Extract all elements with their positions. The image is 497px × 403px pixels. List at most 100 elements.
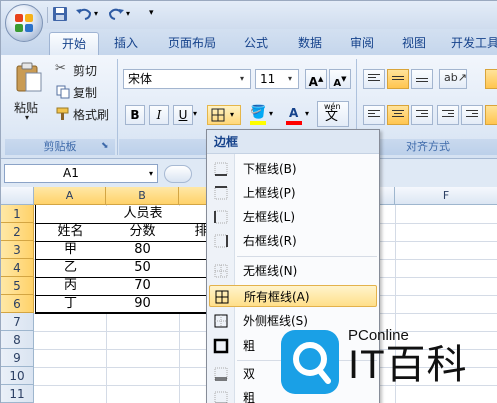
double-bottom-border-label: 双	[243, 367, 256, 381]
name-cell[interactable]: 甲	[35, 241, 106, 259]
score-cell[interactable]: 70	[106, 277, 179, 295]
paste-icon	[16, 62, 42, 92]
row-header-6[interactable]: 6	[1, 295, 34, 313]
row-header-1[interactable]: 1	[1, 205, 34, 223]
orientation-button[interactable]: ab↗	[439, 69, 467, 89]
font-color-button[interactable]: A	[283, 105, 305, 125]
save-icon[interactable]	[52, 6, 68, 24]
name-cell[interactable]: 乙	[35, 259, 106, 277]
font-size-combo[interactable]: 11 ▾	[255, 69, 299, 89]
grow-font-button[interactable]: A▲	[305, 69, 327, 89]
tab-view[interactable]: 视图	[393, 32, 435, 55]
quick-access-separator	[47, 7, 48, 23]
name-box-dropdown-icon[interactable]: ▾	[149, 165, 153, 182]
increase-indent-icon	[466, 110, 478, 121]
copy-icon	[56, 85, 70, 99]
score-cell[interactable]: 90	[106, 295, 179, 313]
phonetic-guide-button[interactable]: wén 文	[317, 101, 349, 127]
paste-dropdown-icon: ▾	[25, 113, 30, 122]
left-border-item[interactable]: 左框线(L)	[209, 206, 377, 228]
bottom-border-item[interactable]: 下框线(B)	[209, 158, 377, 180]
wrap-text-button[interactable]	[485, 69, 497, 89]
row-header-3[interactable]: 3	[1, 241, 34, 259]
decrease-indent-icon	[442, 110, 454, 121]
redo-dropdown-icon[interactable]: ▾	[126, 9, 130, 27]
all-borders-item[interactable]: 所有框线(A)	[209, 285, 377, 307]
bold-button[interactable]: B	[125, 105, 145, 125]
undo-icon[interactable]	[75, 6, 93, 24]
merge-center-button[interactable]	[485, 105, 497, 125]
name-cell[interactable]: 丙	[35, 277, 106, 295]
align-bottom-button[interactable]	[411, 69, 433, 89]
tab-developer[interactable]: 开发工具	[445, 32, 497, 55]
watermark-brand-small: PConline	[348, 327, 409, 344]
row-header-5[interactable]: 5	[1, 277, 34, 295]
underline-dropdown-icon[interactable]: ▾	[193, 109, 197, 118]
score-cell[interactable]: 80	[106, 241, 179, 259]
underline-button[interactable]: U	[173, 105, 193, 125]
align-top-button[interactable]	[363, 69, 385, 89]
italic-button[interactable]: I	[149, 105, 169, 125]
header-name-cell[interactable]: 姓名	[35, 223, 106, 241]
clipboard-dialog-launcher-icon[interactable]: ⬊	[101, 141, 109, 151]
row-header-2[interactable]: 2	[1, 223, 34, 241]
row-header-8[interactable]: 8	[1, 331, 34, 349]
row-header-4[interactable]: 4	[1, 259, 34, 277]
tab-review[interactable]: 审阅	[341, 32, 383, 55]
tab-insert[interactable]: 插入	[105, 32, 147, 55]
right-border-item[interactable]: 右框线(R)	[209, 230, 377, 252]
tab-data[interactable]: 数据	[289, 32, 331, 55]
score-cell[interactable]: 50	[106, 259, 179, 277]
right-border-label: 右框线(R)	[243, 234, 297, 248]
align-center-button[interactable]	[387, 105, 409, 125]
grow-font-icon: A	[308, 75, 318, 89]
outside-borders-icon	[214, 314, 228, 328]
ribbon-tabs: 开始 插入 页面布局 公式 数据 审阅 视图 开发工具	[1, 29, 497, 55]
column-header-f[interactable]: F	[395, 187, 497, 205]
header-score-cell[interactable]: 分数	[106, 223, 179, 241]
align-right-button[interactable]	[411, 105, 433, 125]
font-size-dropdown-icon[interactable]: ▾	[284, 70, 296, 88]
column-header-b[interactable]: B	[106, 187, 179, 205]
decrease-indent-button[interactable]	[437, 105, 459, 125]
office-button[interactable]	[5, 4, 43, 42]
select-all-corner[interactable]	[1, 187, 34, 205]
name-cell[interactable]: 丁	[35, 295, 106, 313]
redo-icon[interactable]	[107, 6, 125, 24]
copy-label: 复制	[73, 86, 98, 100]
undo-dropdown-icon[interactable]: ▾	[94, 9, 98, 27]
shrink-font-button[interactable]: A▼	[329, 69, 351, 89]
font-name-dropdown-icon[interactable]: ▾	[236, 70, 248, 88]
row-header-9[interactable]: 9	[1, 349, 34, 367]
align-middle-button[interactable]	[387, 69, 409, 89]
name-box[interactable]: A1 ▾	[4, 164, 158, 183]
font-color-dropdown-icon[interactable]: ▾	[305, 109, 309, 118]
office-logo-icon	[15, 14, 33, 32]
column-header-a[interactable]: A	[34, 187, 106, 205]
all-borders-icon	[215, 290, 229, 304]
font-name-combo[interactable]: 宋体 ▾	[123, 69, 251, 89]
tab-home[interactable]: 开始	[49, 32, 99, 55]
row-header-10[interactable]: 10	[1, 367, 34, 385]
borders-button[interactable]: ▾	[207, 105, 241, 125]
fill-color-button[interactable]: 🪣	[247, 105, 269, 125]
row-header-7[interactable]: 7	[1, 313, 34, 331]
font-name-value: 宋体	[128, 72, 153, 86]
row-header-11[interactable]: 11	[1, 385, 34, 403]
bottom-border-icon	[214, 162, 228, 176]
thick-box-border-icon	[213, 338, 229, 354]
customize-quick-access-icon[interactable]: ▾	[149, 8, 154, 26]
thick-bottom-border-label: 粗	[243, 391, 256, 403]
align-left-button[interactable]	[363, 105, 385, 125]
top-border-item[interactable]: 上框线(P)	[209, 182, 377, 204]
name-box-value: A1	[63, 166, 79, 180]
paste-button[interactable]: 粘贴 ▾	[11, 61, 47, 123]
formula-bar-handle[interactable]	[164, 165, 192, 183]
increase-indent-button[interactable]	[461, 105, 483, 125]
thick-box-border-label: 粗	[243, 339, 256, 353]
font-color-bar	[286, 121, 302, 125]
no-border-item[interactable]: 无框线(N)	[209, 260, 377, 282]
tab-formulas[interactable]: 公式	[235, 32, 277, 55]
fill-color-dropdown-icon[interactable]: ▾	[269, 109, 273, 118]
tab-page-layout[interactable]: 页面布局	[161, 32, 223, 55]
